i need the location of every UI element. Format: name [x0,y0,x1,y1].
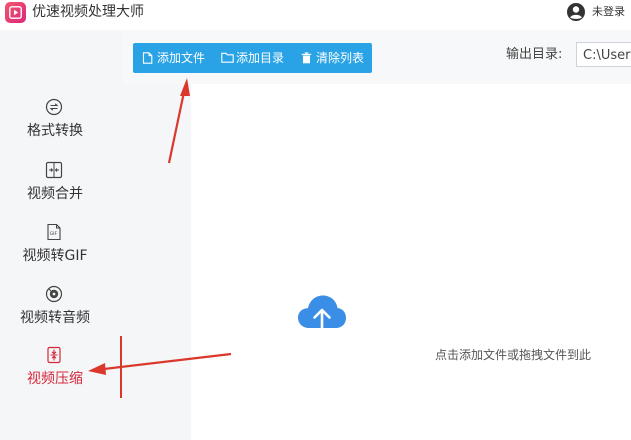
add-file-label: 添加文件 [157,51,206,65]
sidebar-item-label: 格式转换 [27,123,83,139]
list-left-strip [123,84,191,440]
sidebar-item-video-to-gif[interactable]: GIF 视频转GIF [0,223,120,279]
sidebar-item-label: 视频转音频 [20,310,90,326]
add-folder-button[interactable]: 添加目录 [221,43,293,73]
file-drop-zone[interactable] [191,84,631,440]
sidebar-item-video-compress[interactable]: 视频压缩 [0,346,120,402]
sidebar: 格式转换 视频合并 GIF 视频转GIF 视频转音频 视频压缩 [0,30,123,440]
file-actions-group: 添加文件 添加目录 清除列表 [133,43,372,73]
output-dir-label: 输出目录: [506,47,563,62]
audio-icon [45,285,63,303]
clear-list-label: 清除列表 [316,51,365,65]
file-icon [142,52,153,64]
add-folder-label: 添加目录 [236,51,285,65]
output-dir-input[interactable]: C:\Users [576,42,631,67]
folder-icon [221,52,234,63]
user-icon[interactable] [566,2,586,22]
app-logo [5,2,26,23]
app-title: 优速视频处理大师 [32,4,144,20]
clear-list-button[interactable]: 清除列表 [301,43,371,73]
merge-icon [45,161,63,179]
trash-icon [301,52,312,64]
add-file-button[interactable]: 添加文件 [142,43,214,73]
sidebar-item-label: 视频转GIF [22,248,88,264]
sidebar-item-merge[interactable]: 视频合并 [0,161,120,217]
play-icon [9,6,22,19]
gif-icon: GIF [47,223,61,241]
toolbar: 添加文件 添加目录 清除列表 输出目录: C:\Users [123,30,631,84]
sidebar-item-label: 视频压缩 [27,371,83,387]
sidebar-item-format-convert[interactable]: 格式转换 [0,98,120,154]
sidebar-item-video-to-audio[interactable]: 视频转音频 [0,285,120,341]
compress-icon [47,346,61,364]
svg-text:GIF: GIF [50,231,58,237]
title-bar: 优速视频处理大师 未登录 [0,0,631,30]
cloud-upload-icon[interactable] [296,290,348,342]
sidebar-item-label: 视频合并 [27,186,83,202]
login-link[interactable]: 未登录 [592,4,625,20]
format-convert-icon [45,98,63,116]
drop-hint-text: 点击添加文件或拖拽文件到此 [434,348,591,362]
